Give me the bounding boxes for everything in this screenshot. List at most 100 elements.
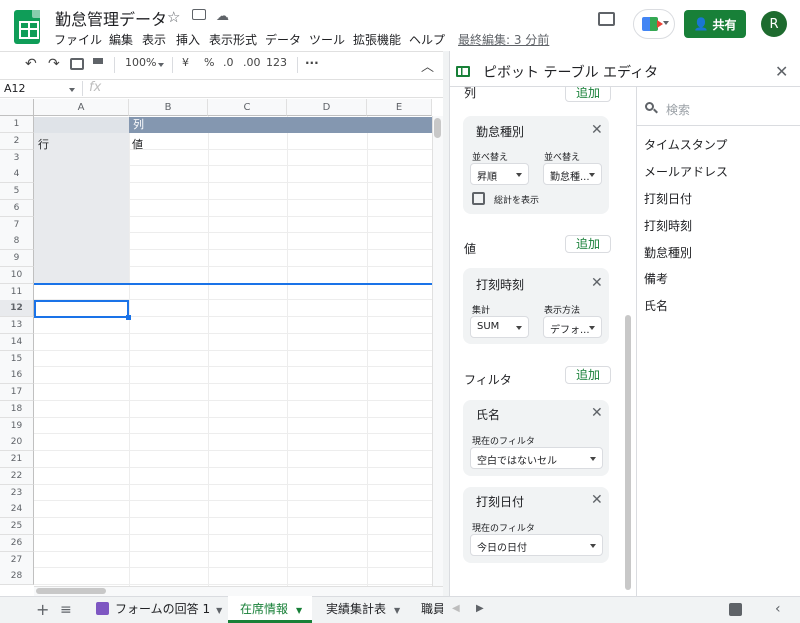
cloud-status-icon[interactable]: ☁ <box>216 9 229 24</box>
explore-icon[interactable] <box>729 603 742 616</box>
fill-handle[interactable] <box>126 315 131 320</box>
row-header[interactable]: 26 <box>0 534 34 552</box>
sheet-tab-form-responses[interactable]: フォームの回答 1 ▼ <box>88 596 225 623</box>
field-punch-date[interactable]: 打刻日付 <box>644 190 692 207</box>
remove-column-field-icon[interactable]: ✕ <box>591 122 603 138</box>
avatar[interactable]: R <box>761 11 787 37</box>
menu-insert[interactable]: 挿入 <box>176 31 200 48</box>
currency-button[interactable]: ¥ <box>182 56 189 69</box>
zoom-dropdown-icon[interactable] <box>158 63 164 67</box>
sort-order-dropdown[interactable]: 昇順 <box>470 163 529 185</box>
paint-format-icon[interactable] <box>93 58 103 64</box>
field-timestamp[interactable]: タイムスタンプ <box>644 136 727 153</box>
menu-tools[interactable]: ツール <box>309 31 345 48</box>
remove-filter2-icon[interactable]: ✕ <box>591 492 603 508</box>
column-header-b[interactable]: B <box>129 99 208 116</box>
row-header[interactable]: 27 <box>0 551 34 569</box>
show-totals-checkbox[interactable] <box>472 192 485 205</box>
row-header[interactable]: 15 <box>0 350 34 368</box>
move-folder-icon[interactable] <box>192 9 206 20</box>
field-email[interactable]: メールアドレス <box>644 163 728 180</box>
formula-input[interactable] <box>110 80 443 97</box>
selected-cell-a12[interactable] <box>34 300 129 318</box>
star-icon[interactable]: ☆ <box>167 8 180 26</box>
row-header[interactable]: 9 <box>0 250 34 267</box>
menu-format[interactable]: 表示形式 <box>209 31 257 48</box>
row-header[interactable]: 4 <box>0 166 34 184</box>
redo-icon[interactable]: ↷ <box>48 56 60 72</box>
row-header[interactable]: 12 <box>0 300 34 318</box>
vertical-scrollbar[interactable] <box>432 116 443 586</box>
meet-button[interactable] <box>633 9 675 39</box>
values-add-button[interactable]: 追加 <box>565 235 611 253</box>
field-punch-time[interactable]: 打刻時刻 <box>644 217 692 234</box>
filter1-dropdown[interactable]: 空白ではないセル <box>470 447 603 469</box>
column-header-a[interactable]: A <box>34 99 129 116</box>
row-header[interactable]: 6 <box>0 199 34 217</box>
column-header-c[interactable]: C <box>208 99 287 116</box>
row-header[interactable]: 19 <box>0 417 34 435</box>
row-header[interactable]: 22 <box>0 467 34 485</box>
row-header[interactable]: 5 <box>0 183 34 200</box>
horizontal-scroll-thumb[interactable] <box>36 588 106 594</box>
column-header-e[interactable]: E <box>367 99 432 116</box>
row-header[interactable]: 24 <box>0 501 34 519</box>
row-header[interactable]: 21 <box>0 451 34 468</box>
sort-by-dropdown[interactable]: 勤怠種... <box>543 163 602 185</box>
add-sheet-icon[interactable]: + <box>36 600 49 619</box>
field-remarks[interactable]: 備考 <box>644 270 668 287</box>
row-header[interactable]: 13 <box>0 317 34 334</box>
sheet-tab-staff[interactable]: 職員 <box>412 596 443 623</box>
menu-view[interactable]: 表示 <box>142 31 166 48</box>
remove-filter1-icon[interactable]: ✕ <box>591 405 603 421</box>
row-header[interactable]: 23 <box>0 484 34 502</box>
collapse-side-panel-icon[interactable]: ‹ <box>775 601 781 617</box>
filters-add-button[interactable]: 追加 <box>565 366 611 384</box>
row-header[interactable]: 7 <box>0 216 34 234</box>
comment-history-icon[interactable] <box>598 12 615 26</box>
field-attendance-type[interactable]: 勤怠種別 <box>644 244 692 261</box>
row-header[interactable]: 18 <box>0 400 34 418</box>
print-icon[interactable] <box>70 58 84 70</box>
filter2-dropdown[interactable]: 今日の日付 <box>470 534 603 556</box>
name-box[interactable]: A12 <box>4 82 26 95</box>
row-header[interactable]: 20 <box>0 434 34 452</box>
row-header[interactable]: 8 <box>0 233 34 251</box>
zoom-select[interactable]: 100% <box>125 56 156 69</box>
row-header[interactable]: 28 <box>0 568 34 586</box>
cell-b2[interactable]: 値 <box>132 136 143 152</box>
menu-file[interactable]: ファイル <box>54 31 102 48</box>
doc-title[interactable]: 勤怠管理データ <box>55 6 167 30</box>
share-button[interactable]: 👤 共有 <box>684 10 746 38</box>
menu-edit[interactable]: 編集 <box>109 31 133 48</box>
menu-extensions[interactable]: 拡張機能 <box>353 31 401 48</box>
vertical-scroll-thumb[interactable] <box>434 118 441 138</box>
percent-button[interactable]: % <box>204 56 214 69</box>
menu-data[interactable]: データ <box>265 31 301 48</box>
cell-a2[interactable]: 行 <box>38 136 49 152</box>
summarize-dropdown[interactable]: SUM <box>470 316 529 338</box>
sheets-logo[interactable] <box>14 10 40 44</box>
undo-icon[interactable]: ↶ <box>25 56 37 72</box>
decrease-decimal-button[interactable]: .0 <box>223 56 234 69</box>
scroll-tabs-left-icon[interactable]: ◀ <box>452 603 460 614</box>
all-sheets-icon[interactable]: ≡ <box>60 602 72 618</box>
row-header[interactable]: 10 <box>0 266 34 284</box>
close-icon[interactable]: ✕ <box>775 62 788 81</box>
row-header[interactable]: 25 <box>0 518 34 535</box>
column-header-d[interactable]: D <box>287 99 367 116</box>
field-name[interactable]: 氏名 <box>644 297 668 314</box>
field-search-input[interactable]: 検索 <box>666 101 690 118</box>
row-header[interactable]: 11 <box>0 283 34 301</box>
row-header[interactable]: 3 <box>0 149 34 167</box>
increase-decimal-button[interactable]: .00 <box>243 56 261 69</box>
row-header[interactable]: 1 <box>0 116 34 133</box>
remove-value-field-icon[interactable]: ✕ <box>591 275 603 291</box>
pivot-corner-cell[interactable] <box>34 117 129 133</box>
pivot-column-header[interactable]: 列 <box>129 117 432 133</box>
sheet-tab-active[interactable]: 在席情報 ▼ <box>228 596 312 623</box>
row-header[interactable]: 14 <box>0 333 34 351</box>
name-box-dropdown-icon[interactable] <box>69 88 75 92</box>
collapse-toolbar-icon[interactable]: ︿ <box>421 56 434 75</box>
sheet-tab-summary[interactable]: 実績集計表 ▼ <box>316 596 412 623</box>
